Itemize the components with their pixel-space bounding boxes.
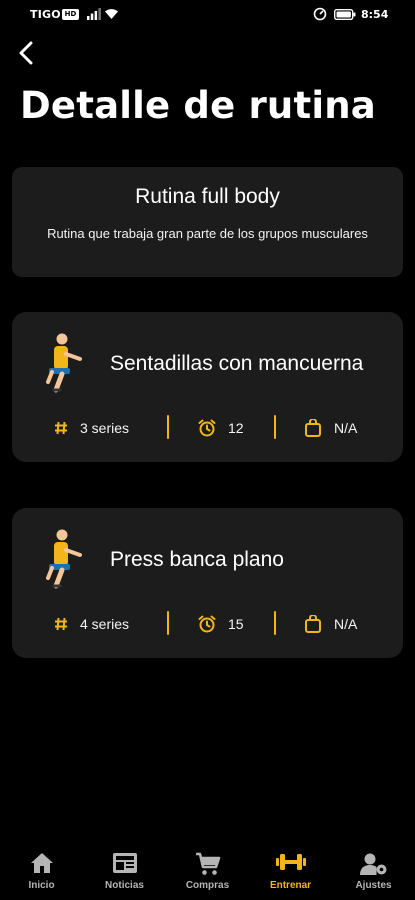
exercise-name: Sentadillas con mancuerna (110, 352, 364, 375)
exercise-card[interactable]: Press banca plano 4 series 15 N/A (12, 508, 403, 658)
routine-description: Rutina que trabaja gran parte de los gru… (47, 226, 368, 241)
back-button[interactable] (12, 38, 40, 68)
nav-item-compras[interactable]: Compras (166, 840, 249, 900)
dumbbell-icon (275, 854, 306, 870)
chevron-left-icon (19, 41, 33, 65)
routine-card: Rutina full body Rutina que trabaja gran… (12, 167, 403, 277)
alarm-clock-icon (198, 419, 216, 437)
divider (274, 415, 276, 439)
series-value: 4 series (80, 616, 130, 632)
nav-item-inicio[interactable]: Inicio (0, 840, 83, 900)
bottom-nav: Inicio Noticias Compras Entrenar Ajustes (0, 840, 415, 900)
series-stat: 4 series (54, 612, 129, 636)
divider (274, 611, 276, 635)
exercise-card[interactable]: Sentadillas con mancuerna 3 series 12 N/… (12, 312, 403, 462)
carrier-label: TIGO (30, 8, 61, 21)
status-bar: TIGO HD 8:54 (0, 0, 415, 30)
reps-stat: 15 (198, 612, 244, 636)
weight-stat: N/A (304, 612, 357, 636)
reps-value: 15 (228, 616, 244, 632)
weight-stat: N/A (304, 416, 357, 440)
nav-label: Ajustes (355, 880, 392, 891)
exercise-name: Press banca plano (110, 548, 284, 571)
battery-icon (334, 9, 356, 20)
cart-icon (195, 852, 220, 875)
reps-value: 12 (228, 420, 244, 436)
weight-icon (305, 419, 321, 437)
nav-item-ajustes[interactable]: Ajustes (332, 840, 415, 900)
wifi-icon (105, 9, 118, 19)
user-settings-icon (359, 853, 386, 875)
weight-value: N/A (334, 420, 358, 436)
nav-label: Noticias (105, 880, 144, 891)
signal-icon (87, 8, 101, 20)
home-icon (30, 853, 53, 873)
clock: 8:54 (361, 8, 389, 21)
nav-item-entrenar[interactable]: Entrenar (249, 840, 332, 900)
nav-label: Entrenar (269, 880, 312, 891)
hd-badge: HD (62, 9, 79, 20)
divider (167, 611, 169, 635)
routine-name: Rutina full body (135, 185, 280, 208)
hash-icon (55, 421, 67, 435)
nav-label: Inicio (28, 880, 55, 891)
weight-value: N/A (334, 616, 358, 632)
reps-stat: 12 (198, 416, 244, 440)
page-title: Detalle de rutina (20, 84, 376, 127)
data-saver-icon (313, 7, 327, 21)
squat-person-icon (46, 333, 82, 393)
weight-icon (305, 615, 321, 633)
series-value: 3 series (80, 420, 130, 436)
series-stat: 3 series (54, 416, 129, 440)
alarm-clock-icon (198, 615, 216, 633)
hash-icon (55, 617, 67, 631)
nav-item-noticias[interactable]: Noticias (83, 840, 166, 900)
squat-person-icon (46, 529, 82, 589)
newspaper-icon (112, 853, 137, 873)
nav-label: Compras (185, 880, 230, 891)
divider (167, 415, 169, 439)
